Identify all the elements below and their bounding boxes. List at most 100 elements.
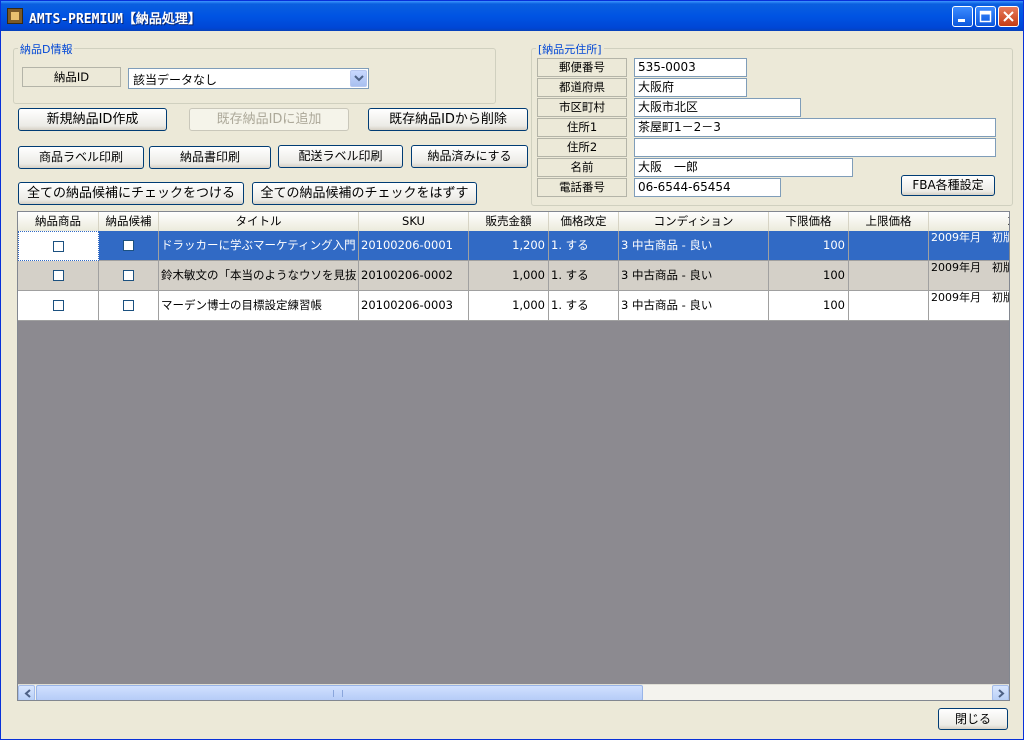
condition-cell[interactable]: 3 中古商品 - 良い (619, 261, 769, 291)
min-price-cell[interactable]: 100 (769, 231, 849, 261)
max-price-cell[interactable] (849, 291, 929, 321)
address2-label: 住所2 (537, 138, 627, 157)
price-cell[interactable]: 1,200 (469, 231, 549, 261)
id-group-legend: 納品D情報 (18, 41, 75, 57)
address1-field[interactable]: 茶屋町1－2－3 (634, 118, 996, 137)
app-icon (7, 8, 23, 24)
scroll-right-icon (998, 689, 1005, 698)
minimize-button[interactable] (952, 6, 973, 27)
price-cell[interactable]: 1,000 (469, 291, 549, 321)
deliver-checkbox[interactable] (53, 241, 64, 252)
min-price-cell[interactable]: 100 (769, 261, 849, 291)
sku-cell[interactable]: 20100206-0002 (359, 261, 469, 291)
revise-cell[interactable]: 1. する (549, 291, 619, 321)
comment-cell[interactable]: 2009年月 初版 古品です。ページ (929, 231, 1009, 261)
candidate-checkbox-cell[interactable] (99, 291, 159, 321)
col-header-max-price[interactable]: 上限価格 (849, 212, 929, 231)
scroll-thumb[interactable] (36, 685, 643, 700)
grid-header: 納品商品 納品候補 タイトル SKU 販売金額 価格改定 コンディション 下限価… (18, 212, 1010, 232)
title-bar[interactable]: AMTS-PREMIUM【納品処理】 (1, 1, 1023, 31)
col-header-title[interactable]: タイトル (159, 212, 359, 231)
remove-existing-id-button[interactable]: 既存納品IDから削除 (368, 108, 528, 131)
address1-label: 住所1 (537, 118, 627, 137)
fba-settings-button[interactable]: FBA各種設定 (901, 175, 995, 196)
title-cell[interactable]: マーデン博士の目標設定練習帳 (159, 291, 359, 321)
revise-cell[interactable]: 1. する (549, 261, 619, 291)
deliver-checkbox-cell[interactable] (18, 291, 99, 321)
postal-code-label: 郵便番号 (537, 58, 627, 77)
phone-label: 電話番号 (537, 178, 627, 197)
dropdown-button[interactable] (350, 70, 367, 87)
deliver-checkbox[interactable] (52, 300, 64, 311)
candidate-checkbox[interactable] (123, 240, 134, 251)
comment-cell[interactable]: 2009年月 初版 古品です。ページ (929, 291, 1009, 321)
minimize-icon (958, 19, 965, 22)
max-price-cell[interactable] (849, 261, 929, 291)
chevron-down-icon (354, 75, 364, 82)
candidate-checkbox[interactable] (123, 270, 134, 281)
maximize-button[interactable] (975, 6, 996, 27)
prefecture-field[interactable]: 大阪府 (634, 78, 747, 97)
title-cell[interactable]: 鈴木敏文の「本当のようなウソを見抜く」... (159, 261, 359, 291)
max-price-cell[interactable] (849, 231, 929, 261)
delivery-id-select[interactable]: 該当データなし (128, 68, 369, 89)
col-header-revise[interactable]: 価格改定 (549, 212, 619, 231)
new-id-button[interactable]: 新規納品ID作成 (18, 108, 167, 131)
address-group-legend: [納品元住所] (536, 41, 604, 57)
candidate-checkbox-cell[interactable] (99, 231, 159, 261)
uncheck-all-button[interactable]: 全ての納品候補のチェックをはずす (252, 182, 477, 205)
sku-cell[interactable]: 20100206-0003 (359, 291, 469, 321)
deliver-checkbox[interactable] (52, 270, 64, 281)
revise-cell[interactable]: 1. する (549, 231, 619, 261)
city-label: 市区町村 (537, 98, 627, 117)
col-header-price[interactable]: 販売金額 (469, 212, 549, 231)
col-header-comment[interactable]: コ (929, 212, 1010, 231)
delivery-id-value: 該当データなし (133, 73, 218, 87)
table-row[interactable]: 鈴木敏文の「本当のようなウソを見抜く」... 20100206-0002 1,0… (18, 261, 1009, 291)
scroll-left-button[interactable] (18, 685, 35, 700)
product-label-print-button[interactable]: 商品ラベル印刷 (18, 146, 144, 169)
address2-field[interactable] (634, 138, 996, 157)
prefecture-label: 都道府県 (537, 78, 627, 97)
condition-cell[interactable]: 3 中古商品 - 良い (619, 291, 769, 321)
mark-delivered-button[interactable]: 納品済みにする (411, 145, 528, 168)
grip-icon (333, 690, 343, 697)
delivery-id-label: 納品ID (22, 67, 121, 87)
close-button[interactable]: 閉じる (938, 708, 1008, 730)
comment-cell[interactable]: 2009年月 初版 古品です。ページ (929, 261, 1009, 291)
title-cell[interactable]: ドラッカーに学ぶマーケティング入門 (159, 231, 359, 261)
window-title: AMTS-PREMIUM【納品処理】 (29, 12, 201, 27)
phone-field[interactable]: 06-6544-65454 (634, 178, 781, 197)
close-icon (1003, 11, 1014, 22)
product-grid[interactable]: 納品商品 納品候補 タイトル SKU 販売金額 価格改定 コンディション 下限価… (17, 211, 1010, 701)
check-all-button[interactable]: 全ての納品候補にチェックをつける (18, 182, 244, 205)
min-price-cell[interactable]: 100 (769, 291, 849, 321)
maximize-icon (979, 10, 992, 23)
add-existing-id-button[interactable]: 既存納品IDに追加 (189, 108, 349, 131)
scroll-left-icon (24, 689, 31, 698)
window: AMTS-PREMIUM【納品処理】 納品D情報 納品ID 該当データなし 新規… (0, 0, 1024, 740)
table-row[interactable]: マーデン博士の目標設定練習帳 20100206-0003 1,000 1. する… (18, 291, 1009, 321)
name-field[interactable]: 大阪 一郎 (634, 158, 853, 177)
close-window-button[interactable] (998, 6, 1019, 27)
col-header-deliver[interactable]: 納品商品 (18, 212, 99, 231)
deliver-checkbox-cell[interactable] (18, 261, 99, 291)
table-row[interactable]: ドラッカーに学ぶマーケティング入門 20100206-0001 1,200 1.… (18, 231, 1009, 261)
sku-cell[interactable]: 20100206-0001 (359, 231, 469, 261)
col-header-sku[interactable]: SKU (359, 212, 469, 231)
deliver-checkbox-cell[interactable] (18, 231, 99, 261)
col-header-min-price[interactable]: 下限価格 (769, 212, 849, 231)
shipping-label-print-button[interactable]: 配送ラベル印刷 (278, 145, 403, 168)
scroll-right-button[interactable] (992, 685, 1009, 700)
condition-cell[interactable]: 3 中古商品 - 良い (619, 231, 769, 261)
city-field[interactable]: 大阪市北区 (634, 98, 801, 117)
candidate-checkbox-cell[interactable] (99, 261, 159, 291)
delivery-doc-print-button[interactable]: 納品書印刷 (149, 146, 271, 169)
name-label: 名前 (537, 158, 627, 177)
postal-code-field[interactable]: 535-0003 (634, 58, 747, 77)
col-header-candidate[interactable]: 納品候補 (99, 212, 159, 231)
col-header-condition[interactable]: コンディション (619, 212, 769, 231)
horizontal-scrollbar[interactable] (18, 684, 1009, 700)
candidate-checkbox[interactable] (123, 300, 134, 311)
price-cell[interactable]: 1,000 (469, 261, 549, 291)
